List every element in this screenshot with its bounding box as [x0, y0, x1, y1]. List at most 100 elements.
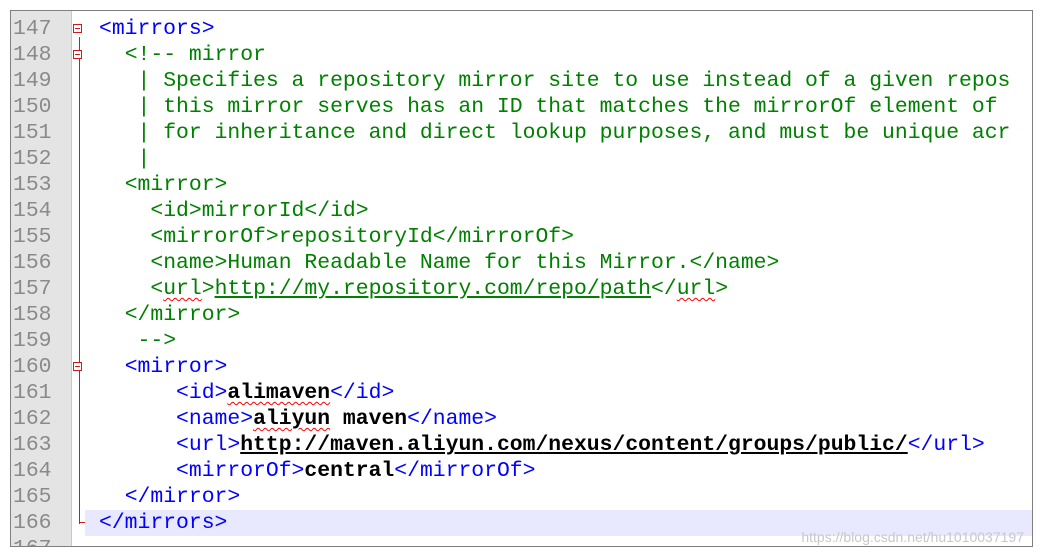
code-token: <mirror> — [124, 355, 228, 379]
line-code: | Specifies a repository mirror site to … — [99, 68, 1011, 94]
line-number: 157 — [13, 277, 52, 301]
code-line[interactable]: 152 | — [11, 146, 1032, 172]
line-number: 162 — [13, 407, 52, 431]
code-token: url — [163, 277, 202, 301]
code-line[interactable]: 160 <mirror> — [11, 354, 1032, 380]
code-token: > — [715, 277, 729, 301]
code-token: http://my.repository.com/repo/path — [214, 277, 652, 301]
code-line[interactable]: 161 <id>alimaven</id> — [11, 380, 1032, 406]
code-token: <!-- mirror — [124, 43, 266, 67]
line-code: | for inheritance and direct lookup purp… — [99, 120, 1011, 146]
code-token: </name> — [407, 407, 497, 431]
line-code: </mirror> — [99, 484, 241, 510]
line-code: <mirrorOf>repositoryId</mirrorOf> — [99, 224, 574, 250]
code-token: <id>mirrorId</id> — [150, 199, 369, 223]
code-token: http://maven.aliyun.com/nexus/content/gr… — [240, 433, 908, 457]
code-line[interactable]: 148 <!-- mirror — [11, 42, 1032, 68]
line-code: <!-- mirror — [99, 42, 266, 68]
code-token: <url> — [176, 433, 241, 457]
line-number: 153 — [13, 173, 52, 197]
fold-toggle-icon[interactable] — [73, 50, 82, 59]
code-token: < — [150, 277, 164, 301]
code-token: <id> — [176, 381, 228, 405]
line-number: 150 — [13, 95, 52, 119]
code-token: </mirrorOf> — [394, 459, 536, 483]
code-token: | for inheritance and direct lookup purp… — [137, 121, 1011, 145]
code-token: maven — [330, 407, 408, 431]
code-token: url — [676, 277, 716, 301]
code-token: --> — [137, 329, 177, 353]
code-line[interactable]: 159 --> — [11, 328, 1032, 354]
code-token: <name> — [176, 407, 254, 431]
code-token: <mirrorOf> — [176, 459, 305, 483]
code-token: | — [137, 147, 151, 171]
code-token: alimaven — [227, 381, 331, 405]
line-number: 152 — [13, 147, 52, 171]
code-line[interactable]: 164 <mirrorOf>central</mirrorOf> — [11, 458, 1032, 484]
code-token: </mirror> — [124, 303, 241, 327]
code-token: </id> — [330, 381, 395, 405]
line-number: 163 — [13, 433, 52, 457]
code-line[interactable]: 151 | for inheritance and direct lookup … — [11, 120, 1032, 146]
line-number: 167 — [13, 536, 69, 546]
line-code: <url>http://my.repository.com/repo/path<… — [99, 276, 728, 302]
code-token: <mirrorOf>repositoryId</mirrorOf> — [150, 225, 574, 249]
code-token: </mirror> — [124, 485, 241, 509]
code-token: | Specifies a repository mirror site to … — [137, 69, 1011, 93]
line-number: 147 — [13, 17, 52, 41]
code-token: > — [201, 277, 215, 301]
code-line[interactable]: 147 <mirrors> — [11, 16, 1032, 42]
line-number: 151 — [13, 121, 52, 145]
line-code: </mirror> — [99, 302, 241, 328]
code-line[interactable]: 155 <mirrorOf>repositoryId</mirrorOf> — [11, 224, 1032, 250]
code-line[interactable]: 150 | this mirror serves has an ID that … — [11, 94, 1032, 120]
code-line[interactable]: 153 <mirror> — [11, 172, 1032, 198]
line-number: 155 — [13, 225, 52, 249]
line-number: 161 — [13, 381, 52, 405]
code-line[interactable]: 157 <url>http://my.repository.com/repo/p… — [11, 276, 1032, 302]
line-number: 160 — [13, 355, 52, 379]
fold-end-marker — [79, 522, 85, 523]
fold-toggle-icon[interactable] — [73, 362, 82, 371]
line-code: <url>http://maven.aliyun.com/nexus/conte… — [99, 432, 985, 458]
code-token: </url> — [907, 433, 985, 457]
code-line[interactable]: 154 <id>mirrorId</id> — [11, 198, 1032, 224]
line-number: 149 — [13, 69, 52, 93]
line-number: 148 — [13, 43, 52, 67]
watermark: https://blog.csdn.net/hu1010037197 — [801, 529, 1024, 545]
line-code: | this mirror serves has an ID that matc… — [99, 94, 998, 120]
code-token: </mirrors> — [99, 511, 228, 535]
line-code: | — [99, 146, 151, 172]
code-token: | this mirror serves has an ID that matc… — [137, 95, 998, 119]
code-line[interactable]: 163 <url>http://maven.aliyun.com/nexus/c… — [11, 432, 1032, 458]
line-number: 156 — [13, 251, 52, 275]
code-token: </ — [651, 277, 677, 301]
line-code: <mirror> — [99, 354, 228, 380]
line-number: 154 — [13, 199, 52, 223]
line-code: <name>aliyun maven</name> — [99, 406, 497, 432]
code-token: central — [304, 459, 395, 483]
code-token: <mirror> — [124, 173, 228, 197]
fold-toggle-icon[interactable] — [73, 24, 82, 33]
line-code: <name>Human Readable Name for this Mirro… — [99, 250, 779, 276]
line-code: <id>alimaven</id> — [99, 380, 394, 406]
code-token: <name>Human Readable Name for this Mirro… — [150, 251, 780, 275]
line-code: <id>mirrorId</id> — [99, 198, 369, 224]
line-code: <mirror> — [99, 172, 228, 198]
line-number: 164 — [13, 459, 52, 483]
code-line[interactable]: 162 <name>aliyun maven</name> — [11, 406, 1032, 432]
code-line[interactable]: 165 </mirror> — [11, 484, 1032, 510]
line-number: 166 — [13, 511, 52, 535]
code-line[interactable]: 149 | Specifies a repository mirror site… — [11, 68, 1032, 94]
line-code: </mirrors> — [99, 510, 227, 536]
line-code: --> — [99, 328, 177, 354]
code-line[interactable]: 158 </mirror> — [11, 302, 1032, 328]
line-number: 159 — [13, 329, 52, 353]
code-line[interactable]: 156 <name>Human Readable Name for this M… — [11, 250, 1032, 276]
line-code: <mirrorOf>central</mirrorOf> — [99, 458, 535, 484]
line-number: 158 — [13, 303, 52, 327]
code-editor[interactable]: 147 <mirrors> 148 <!-- mirror 149 | Specifi… — [10, 10, 1033, 547]
code-token: aliyun — [253, 407, 331, 431]
line-number: 165 — [13, 485, 52, 509]
code-token: <mirrors> — [99, 17, 215, 41]
